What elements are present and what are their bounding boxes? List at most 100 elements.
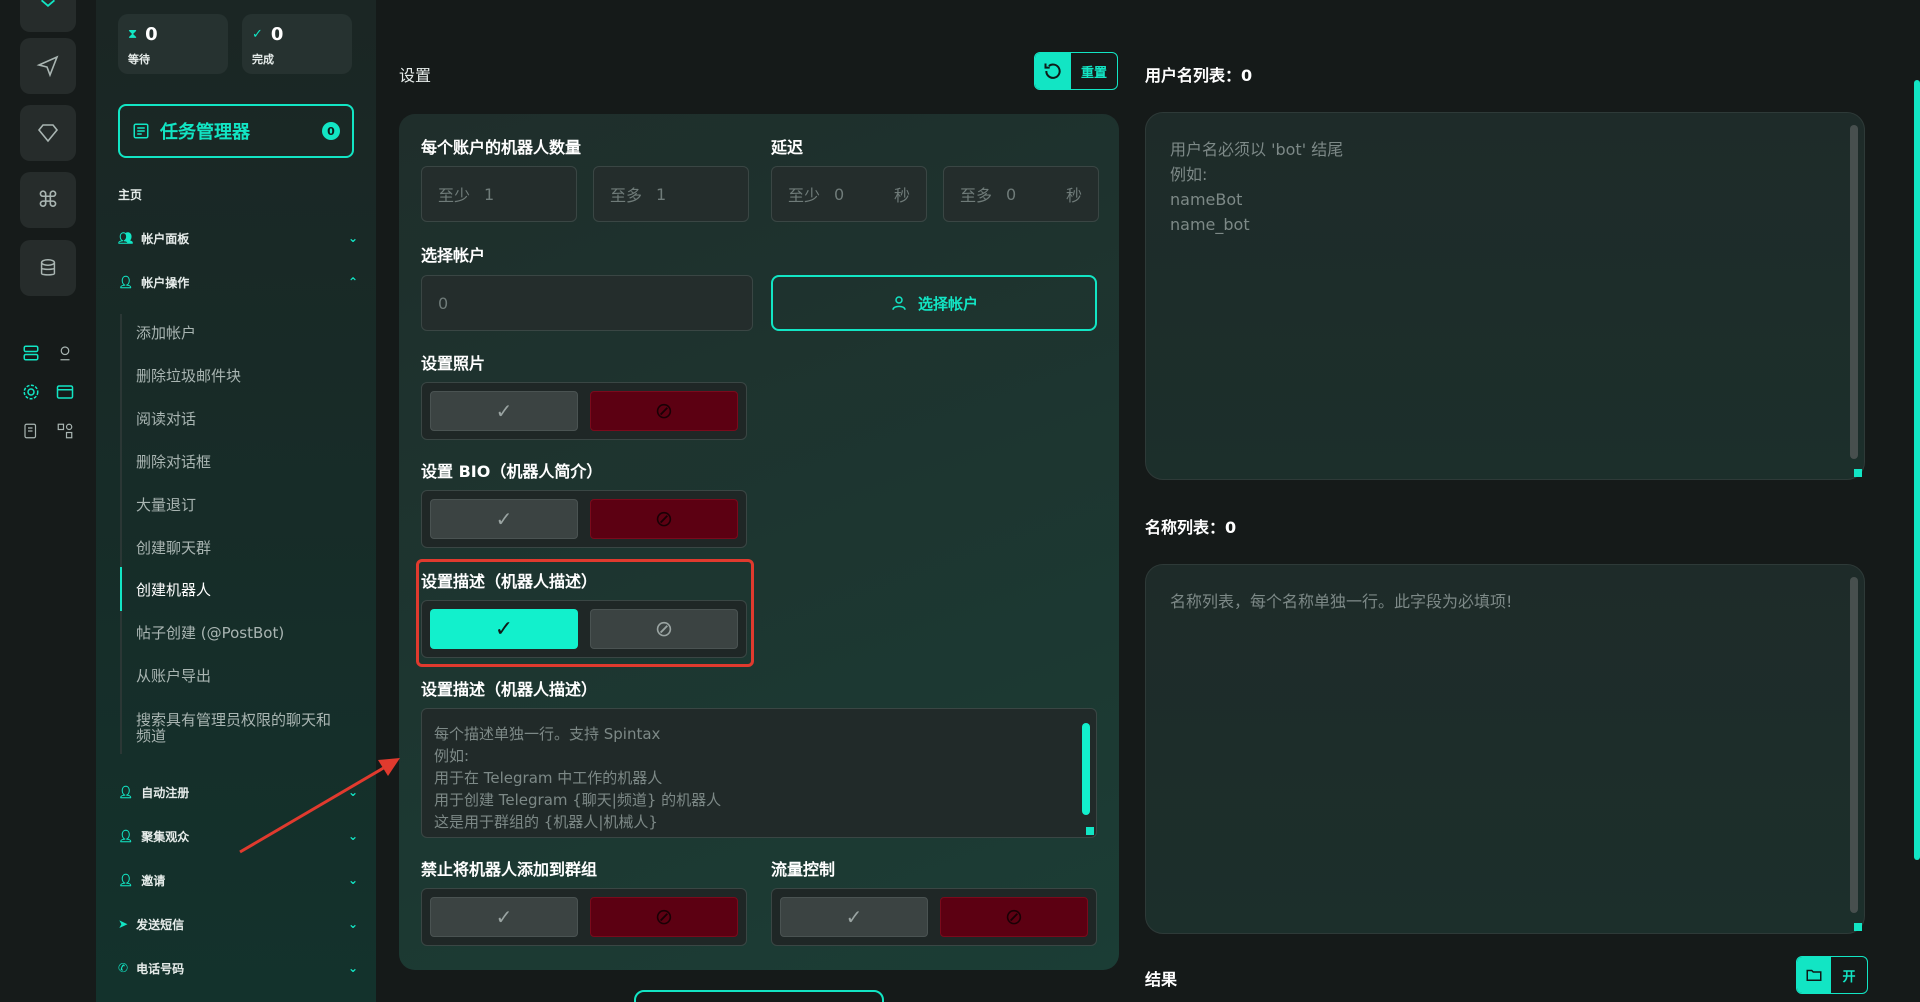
refresh-icon: [1035, 53, 1071, 89]
description-textarea[interactable]: 每个描述单独一行。支持 Spintax 例如: 用于在 Telegram 中工作…: [421, 708, 1097, 838]
reset-label: 重置: [1080, 65, 1107, 81]
forbid-groups-yes[interactable]: ✓: [430, 897, 578, 937]
sub-item-create-bot[interactable]: 创建机器人: [136, 582, 356, 598]
nav-phone-number-label: 电话号码: [136, 961, 185, 976]
nav-gather-audience-label: 聚集观众: [141, 829, 190, 844]
user-pin-icon[interactable]: [54, 342, 76, 364]
resize-handle[interactable]: [1854, 923, 1862, 931]
resize-handle[interactable]: [1086, 827, 1094, 835]
sidebar: ⧗ 0 等待 ✓ 0 完成 任务管理器 0 主页 👥︎ 帐户面板 ⌄ 👤︎ 帐户操作…: [96, 0, 376, 1002]
send-icon[interactable]: [20, 38, 76, 94]
bots-min-input[interactable]: 至少 1: [421, 166, 577, 222]
page-scrollbar[interactable]: [1914, 80, 1920, 860]
flow-control-no[interactable]: ⊘: [940, 897, 1088, 937]
nav-account-ops[interactable]: 👤︎ 帐户操作 ⌃: [118, 270, 358, 294]
check-icon: ✓: [495, 507, 513, 531]
flow-control-yes[interactable]: ✓: [780, 897, 928, 937]
sub-item-add-account[interactable]: 添加帐户: [136, 325, 356, 341]
page-title: 设置: [399, 66, 432, 85]
sub-item-remove-spam-block[interactable]: 删除垃圾邮件块: [136, 368, 356, 384]
names-scrollbar[interactable]: [1850, 577, 1858, 913]
set-bio-no[interactable]: ⊘: [590, 499, 738, 539]
set-photo-label: 设置照片: [421, 354, 486, 373]
set-photo-no[interactable]: ⊘: [590, 391, 738, 431]
result-title: 结果: [1145, 970, 1178, 989]
open-label: 开: [1842, 969, 1856, 985]
usernames-title: 用户名列表：0: [1145, 66, 1253, 85]
reset-button[interactable]: 重置: [1034, 52, 1118, 90]
home-icon[interactable]: [20, 0, 76, 32]
desc-placeholder-line: 用于创建 Telegram {聊天|频道} 的机器人: [434, 791, 722, 809]
seconds-unit: 秒: [893, 186, 910, 205]
set-bio-yes[interactable]: ✓: [430, 499, 578, 539]
sub-item-postbot[interactable]: 帖子创建 (@PostBot): [136, 625, 356, 641]
task-manager-button[interactable]: 任务管理器 0: [118, 104, 354, 158]
nav-send-sms[interactable]: ➤ 发送短信 ⌄: [118, 912, 358, 936]
command-icon[interactable]: ⌘: [20, 172, 76, 228]
server-icon[interactable]: [20, 342, 42, 364]
select-account-button[interactable]: 选择帐户: [771, 275, 1097, 331]
sub-item-mass-unsubscribe[interactable]: 大量退订: [136, 497, 356, 513]
user-list-icon: 👤︎: [118, 873, 134, 887]
forbid-groups-no[interactable]: ⊘: [590, 897, 738, 937]
check-icon: ✓: [845, 905, 863, 929]
bottom-action-button[interactable]: [634, 990, 884, 1002]
section-home: 主页: [118, 188, 143, 202]
names-placeholder: 名称列表，每个名称单独一行。此字段为必填项!: [1170, 592, 1513, 611]
max-prefix: 至多: [960, 186, 993, 205]
nav-invite[interactable]: 👤︎ 邀请 ⌄: [118, 868, 358, 892]
nav-gather-audience[interactable]: 👤︎ 聚集观众 ⌄: [118, 824, 358, 848]
resize-handle[interactable]: [1854, 469, 1862, 477]
send-icon: ➤: [118, 917, 129, 931]
settings-panel: 每个账户的机器人数量 延迟 至少 1 至多 1 至少 0 秒 至多 0 秒 选择…: [399, 114, 1119, 970]
set-bio-toggle: ✓ ⊘: [421, 490, 747, 548]
usernames-scrollbar[interactable]: [1850, 125, 1858, 459]
selected-account-field[interactable]: 0: [421, 275, 753, 331]
database-icon[interactable]: [20, 240, 76, 296]
usernames-textarea[interactable]: 用户名必须以 'bot' 结尾 例如: nameBot name_bot: [1145, 112, 1865, 480]
sub-item-create-chat[interactable]: 创建聊天群: [136, 540, 356, 556]
forbid-groups-label: 禁止将机器人添加到群组: [421, 860, 598, 879]
delay-min-value: 0: [834, 184, 845, 204]
settings-icon[interactable]: [20, 381, 42, 403]
textarea-scrollbar[interactable]: [1082, 723, 1090, 815]
usernames-placeholder-line: nameBot: [1170, 190, 1243, 209]
grid-shapes-icon[interactable]: [54, 420, 76, 442]
diamond-icon[interactable]: [20, 105, 76, 161]
users-icon: 👥︎: [118, 231, 134, 245]
chevron-down-icon: ⌄: [347, 961, 358, 975]
check-circle-icon: ✓: [252, 27, 263, 42]
sub-item-search-admin-chats[interactable]: 搜索具有管理员权限的聊天和频道: [136, 712, 336, 744]
max-prefix: 至多: [610, 186, 643, 205]
nav-account-panel-label: 帐户面板: [141, 231, 190, 246]
sub-item-export[interactable]: 从账户导出: [136, 668, 356, 684]
bots-max-value: 1: [656, 184, 667, 204]
nav-auto-register[interactable]: 👤︎ 自动注册 ⌄: [118, 780, 358, 804]
open-folder-button[interactable]: 开: [1796, 956, 1868, 994]
forbid-groups-toggle: ✓ ⊘: [421, 888, 747, 946]
bots-max-input[interactable]: 至多 1: [593, 166, 749, 222]
desc-placeholder-line: 每个描述单独一行。支持 Spintax: [434, 725, 661, 743]
check-icon: ✓: [495, 905, 513, 929]
nav-account-panel[interactable]: 👥︎ 帐户面板 ⌄: [118, 226, 358, 250]
set-photo-yes[interactable]: ✓: [430, 391, 578, 431]
chevron-down-icon: ⌄: [347, 917, 358, 931]
task-manager-badge: 0: [322, 122, 340, 140]
chevron-down-icon: ⌄: [347, 873, 358, 887]
document-check-icon[interactable]: [20, 420, 42, 442]
delay-label: 延迟: [771, 138, 804, 157]
delay-max-input[interactable]: 至多 0 秒: [943, 166, 1099, 222]
annotation-highlight-box: [416, 559, 754, 667]
browser-code-icon[interactable]: [54, 381, 76, 403]
sub-item-read-dialogs[interactable]: 阅读对话: [136, 411, 356, 427]
sub-item-delete-dialogs[interactable]: 删除对话框: [136, 454, 356, 470]
nav-phone-number[interactable]: ✆ 电话号码 ⌄: [118, 956, 358, 980]
user-list-icon: 👤︎: [118, 829, 134, 843]
icon-rail: ⌘: [0, 0, 96, 1002]
delay-min-input[interactable]: 至少 0 秒: [771, 166, 927, 222]
names-textarea[interactable]: 名称列表，每个名称单独一行。此字段为必填项!: [1145, 564, 1865, 934]
ban-icon: ⊘: [654, 904, 674, 930]
chevron-up-icon: ⌃: [347, 275, 358, 289]
stat-done: ✓ 0 完成: [242, 14, 352, 74]
user-icon: 👤︎: [118, 275, 134, 289]
